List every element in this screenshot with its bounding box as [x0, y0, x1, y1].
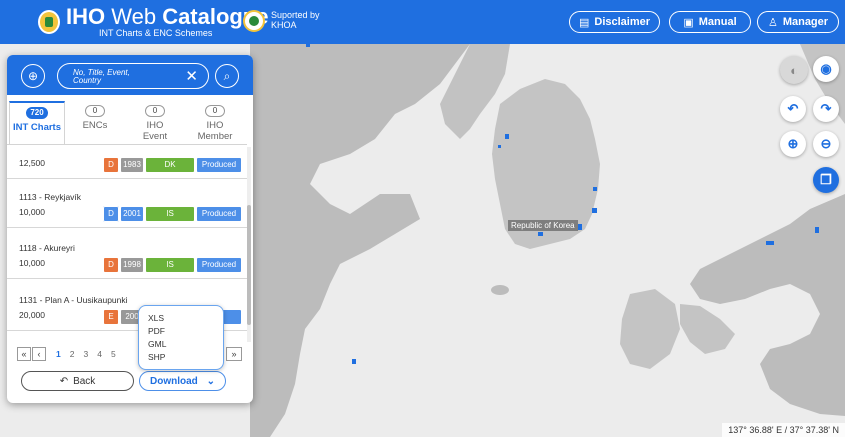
download-button[interactable]: Download ⌄: [139, 371, 226, 391]
last-page-button[interactable]: »: [226, 347, 242, 361]
format-option-pdf[interactable]: PDF: [148, 326, 165, 336]
redo-button[interactable]: ↷: [813, 96, 839, 122]
chart-title: 1131 - Plan A - Uusikaupunki: [19, 295, 128, 305]
edition-badge: D: [104, 158, 118, 172]
iho-emblem-icon: [38, 10, 60, 34]
chart-scale: 20,000: [19, 310, 45, 320]
tab-iho-event[interactable]: 0 IHO Event: [127, 101, 183, 145]
tab-count-badge: 720: [26, 107, 48, 119]
list-item[interactable]: 1118 - Akureyri 10,000 D 1998 IS Produce…: [7, 233, 247, 279]
status-badge: Produced: [197, 158, 241, 172]
edition-badge: D: [104, 258, 118, 272]
list-item[interactable]: 12,500 D 1983 DK Produced: [7, 147, 247, 179]
country-badge: IS: [146, 258, 194, 272]
pagination: « ‹ 1 2 3 4 5: [17, 347, 116, 361]
layers-button[interactable]: ❐: [813, 167, 839, 193]
app-header: IHO Web Catalogue INT Charts & ENC Schem…: [0, 0, 845, 44]
manager-button[interactable]: ♙ Manager: [757, 11, 839, 33]
zoom-in-icon: ⊕: [787, 136, 799, 151]
supported-by-label: Suported by: [271, 10, 320, 20]
zoom-out-button[interactable]: ⊖: [813, 131, 839, 157]
book-icon: ▣: [683, 16, 694, 29]
disclaimer-button[interactable]: ▤ Disclaimer: [569, 11, 660, 33]
zoom-in-button[interactable]: ⊕: [780, 131, 806, 157]
page-number[interactable]: 2: [70, 349, 75, 359]
status-badge: Produced: [197, 258, 241, 272]
chart-scale: 10,000: [19, 258, 45, 268]
chart-title: 1113 - Reykjavík: [19, 192, 82, 202]
app-title: IHO Web Catalogue: [66, 4, 269, 29]
tab-int-charts[interactable]: 720 INT Charts: [9, 101, 65, 145]
download-format-menu: XLS PDF GML SHP: [138, 305, 224, 370]
country-label: Republic of Korea: [508, 220, 578, 231]
tab-encs[interactable]: 0 ENCs: [67, 101, 123, 145]
map-thumbnail-icon: ◐: [790, 62, 798, 78]
redo-icon: ↷: [820, 101, 832, 116]
chevron-down-icon: ⌄: [206, 375, 215, 387]
year-badge: 2001: [121, 207, 143, 221]
format-option-shp[interactable]: SHP: [148, 352, 165, 362]
tab-count-badge: 0: [85, 105, 105, 117]
tab-iho-member[interactable]: 0 IHO Member: [187, 101, 243, 145]
prev-page-button[interactable]: ‹: [32, 347, 46, 361]
globe-icon: ◉: [820, 61, 832, 76]
user-icon: ♙: [767, 16, 778, 29]
basemap-switch-button[interactable]: ◐: [780, 56, 808, 84]
list-item[interactable]: 1113 - Reykjavík 10,000 D 2001 IS Produc…: [7, 182, 247, 228]
search-input[interactable]: No, Title, Event, Country ✕: [57, 63, 209, 89]
page-number[interactable]: 3: [83, 349, 88, 359]
zoom-out-icon: ⊖: [820, 136, 832, 151]
page-number[interactable]: 4: [97, 349, 102, 359]
panel-search-bar: ⊕ No, Title, Event, Country ✕ ⌕: [7, 55, 253, 95]
search-placeholder: No, Title, Event, Country: [73, 68, 130, 85]
country-badge: IS: [146, 207, 194, 221]
format-option-gml[interactable]: GML: [148, 339, 166, 349]
document-icon: ▤: [578, 16, 590, 29]
status-badge: Produced: [197, 207, 241, 221]
coordinate-readout: 137° 36.88' E / 37° 37.38' N: [722, 423, 845, 437]
chart-scale: 10,000: [19, 207, 45, 217]
chart-scale: 12,500: [19, 158, 45, 168]
chart-title: 1118 - Akureyri: [19, 243, 75, 253]
clear-search-icon[interactable]: ✕: [185, 67, 198, 85]
manual-button[interactable]: ▣ Manual: [669, 11, 751, 33]
back-arrow-icon: ↶: [59, 375, 69, 387]
tab-count-badge: 0: [145, 105, 165, 117]
page-number[interactable]: 5: [111, 349, 116, 359]
page-number[interactable]: 1: [56, 349, 61, 359]
globe-button[interactable]: ◉: [813, 56, 839, 82]
khoa-emblem-icon: [243, 10, 265, 32]
edition-badge: D: [103, 206, 119, 222]
back-button[interactable]: ↶ Back: [21, 371, 134, 391]
undo-icon: ↶: [787, 101, 799, 116]
year-badge: 1983: [121, 158, 143, 172]
supported-by-org: KHOA: [271, 20, 297, 30]
country-badge: DK: [146, 158, 194, 172]
tab-divider: [7, 144, 247, 145]
format-option-xls[interactable]: XLS: [148, 313, 164, 323]
magnify-plus-icon: ⊕: [27, 69, 39, 83]
edition-badge: E: [104, 310, 118, 324]
year-badge: 1998: [121, 258, 143, 272]
layers-icon: ❐: [820, 172, 832, 187]
list-scrollbar-thumb[interactable]: [247, 205, 251, 325]
first-page-button[interactable]: «: [17, 347, 31, 361]
tab-count-badge: 0: [205, 105, 225, 117]
search-button[interactable]: ⌕: [215, 64, 239, 88]
undo-button[interactable]: ↶: [780, 96, 806, 122]
tab-bar: 720 INT Charts 0 ENCs 0 IHO Event 0 IHO …: [7, 101, 253, 149]
zoom-search-button[interactable]: ⊕: [21, 64, 45, 88]
app-subtitle: INT Charts & ENC Schemes: [99, 28, 213, 38]
search-icon: ⌕: [223, 68, 231, 83]
